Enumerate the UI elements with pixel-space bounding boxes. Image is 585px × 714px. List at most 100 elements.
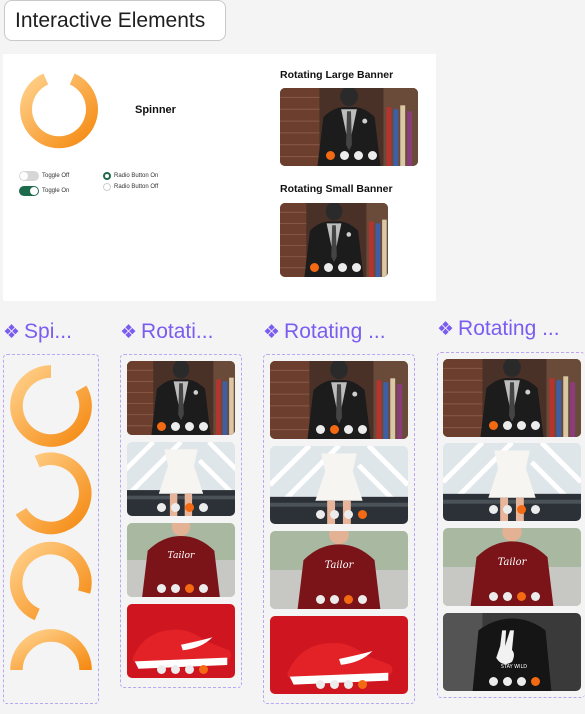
component-label: Rotating ...	[458, 317, 560, 340]
carousel-dots	[489, 421, 540, 430]
carousel-dot-active[interactable]	[326, 151, 335, 160]
carousel-dot[interactable]	[358, 595, 367, 604]
component-rotating-2-header[interactable]: ❖ Rotating ...	[263, 320, 386, 344]
carousel-dot[interactable]	[316, 680, 325, 689]
carousel-dot[interactable]	[330, 510, 339, 519]
carousel-dot-active[interactable]	[489, 421, 498, 430]
spinner-variant-icon	[10, 541, 92, 621]
carousel-dot[interactable]	[531, 592, 540, 601]
banner-variant[interactable]	[443, 613, 581, 691]
carousel-dot-active[interactable]	[199, 665, 208, 674]
carousel-dot[interactable]	[157, 584, 166, 593]
large-banner-title: Rotating Large Banner	[280, 69, 394, 81]
radio-button-on[interactable]	[103, 172, 111, 180]
carousel-dot[interactable]	[185, 665, 194, 674]
carousel-dot[interactable]	[489, 677, 498, 686]
carousel-dot-active[interactable]	[330, 425, 339, 434]
carousel-dot-active[interactable]	[358, 680, 367, 689]
carousel-dot[interactable]	[503, 505, 512, 514]
carousel-dot[interactable]	[316, 510, 325, 519]
banner-variant[interactable]	[270, 446, 408, 524]
carousel-dot[interactable]	[171, 503, 180, 512]
carousel-dot-active[interactable]	[185, 584, 194, 593]
carousel-dot-active[interactable]	[517, 505, 526, 514]
spinner-label: Spinner	[135, 104, 176, 116]
carousel-dot[interactable]	[316, 425, 325, 434]
carousel-dot-active[interactable]	[185, 503, 194, 512]
carousel-dots	[157, 503, 208, 512]
carousel-dot[interactable]	[344, 510, 353, 519]
carousel-dot[interactable]	[517, 677, 526, 686]
carousel-dot[interactable]	[358, 425, 367, 434]
component-spinner-header[interactable]: ❖ Spi...	[3, 320, 72, 344]
carousel-dot[interactable]	[340, 151, 349, 160]
carousel-dots	[157, 584, 208, 593]
carousel-dot[interactable]	[368, 151, 377, 160]
carousel-dot[interactable]	[344, 680, 353, 689]
banner-variant[interactable]	[127, 523, 235, 597]
component-rotating-3-header[interactable]: ❖ Rotating ...	[437, 317, 560, 341]
carousel-dot[interactable]	[489, 505, 498, 514]
carousel-dot-active[interactable]	[157, 422, 166, 431]
carousel-dot[interactable]	[531, 421, 540, 430]
carousel-dot-active[interactable]	[344, 595, 353, 604]
carousel-dot[interactable]	[324, 263, 333, 272]
banner-variant[interactable]	[270, 361, 408, 439]
diamond-component-icon: ❖	[3, 322, 21, 343]
carousel-dot[interactable]	[171, 665, 180, 674]
page-title: Interactive Elements	[4, 0, 226, 41]
banner-variant[interactable]	[270, 531, 408, 609]
carousel-dot[interactable]	[489, 592, 498, 601]
toggle-knob	[20, 172, 28, 180]
carousel-dots	[489, 505, 540, 514]
carousel-dot-active[interactable]	[531, 677, 540, 686]
carousel-dot[interactable]	[330, 680, 339, 689]
spinner-variant-icon	[10, 365, 92, 447]
carousel-dot[interactable]	[503, 592, 512, 601]
radio-button-off[interactable]	[103, 183, 111, 191]
carousel-dot[interactable]	[157, 503, 166, 512]
small-banner-image[interactable]	[280, 203, 388, 277]
banner-variant[interactable]	[270, 616, 408, 694]
carousel-dots	[489, 592, 540, 601]
carousel-dot[interactable]	[338, 263, 347, 272]
carousel-dot[interactable]	[199, 584, 208, 593]
carousel-dot[interactable]	[344, 425, 353, 434]
banner-variant[interactable]	[127, 361, 235, 435]
toggle-off[interactable]	[19, 171, 39, 181]
carousel-dot[interactable]	[503, 677, 512, 686]
carousel-dot[interactable]	[199, 422, 208, 431]
carousel-dot[interactable]	[199, 503, 208, 512]
banner-variant[interactable]	[443, 443, 581, 521]
banner-variant[interactable]	[127, 604, 235, 678]
carousel-dot-active[interactable]	[517, 592, 526, 601]
carousel-dot[interactable]	[171, 422, 180, 431]
carousel-dot[interactable]	[330, 595, 339, 604]
carousel-dot[interactable]	[157, 665, 166, 674]
toggle-off-label: Toggle Off	[42, 173, 70, 179]
carousel-dot-active[interactable]	[358, 510, 367, 519]
large-banner-image[interactable]	[280, 88, 418, 166]
carousel-dots	[316, 680, 367, 689]
spinner-icon	[20, 73, 98, 149]
carousel-dot[interactable]	[531, 505, 540, 514]
carousel-dot[interactable]	[354, 151, 363, 160]
toggle-on[interactable]	[19, 186, 39, 196]
carousel-dot[interactable]	[171, 584, 180, 593]
banner-variant[interactable]	[443, 528, 581, 606]
carousel-dot[interactable]	[316, 595, 325, 604]
component-rotating-1-header[interactable]: ❖ Rotati...	[120, 320, 213, 344]
carousel-dot[interactable]	[503, 421, 512, 430]
banner-variant[interactable]	[127, 442, 235, 516]
carousel-dots	[489, 677, 540, 686]
carousel-dots	[157, 665, 208, 674]
banner-variant[interactable]	[443, 359, 581, 437]
carousel-dot[interactable]	[517, 421, 526, 430]
diamond-component-icon: ❖	[437, 319, 455, 340]
component-label: Rotati...	[141, 320, 214, 343]
diamond-component-icon: ❖	[263, 322, 281, 343]
carousel-dot[interactable]	[352, 263, 361, 272]
carousel-dot-active[interactable]	[310, 263, 319, 272]
toggle-knob	[30, 187, 38, 195]
carousel-dot[interactable]	[185, 422, 194, 431]
